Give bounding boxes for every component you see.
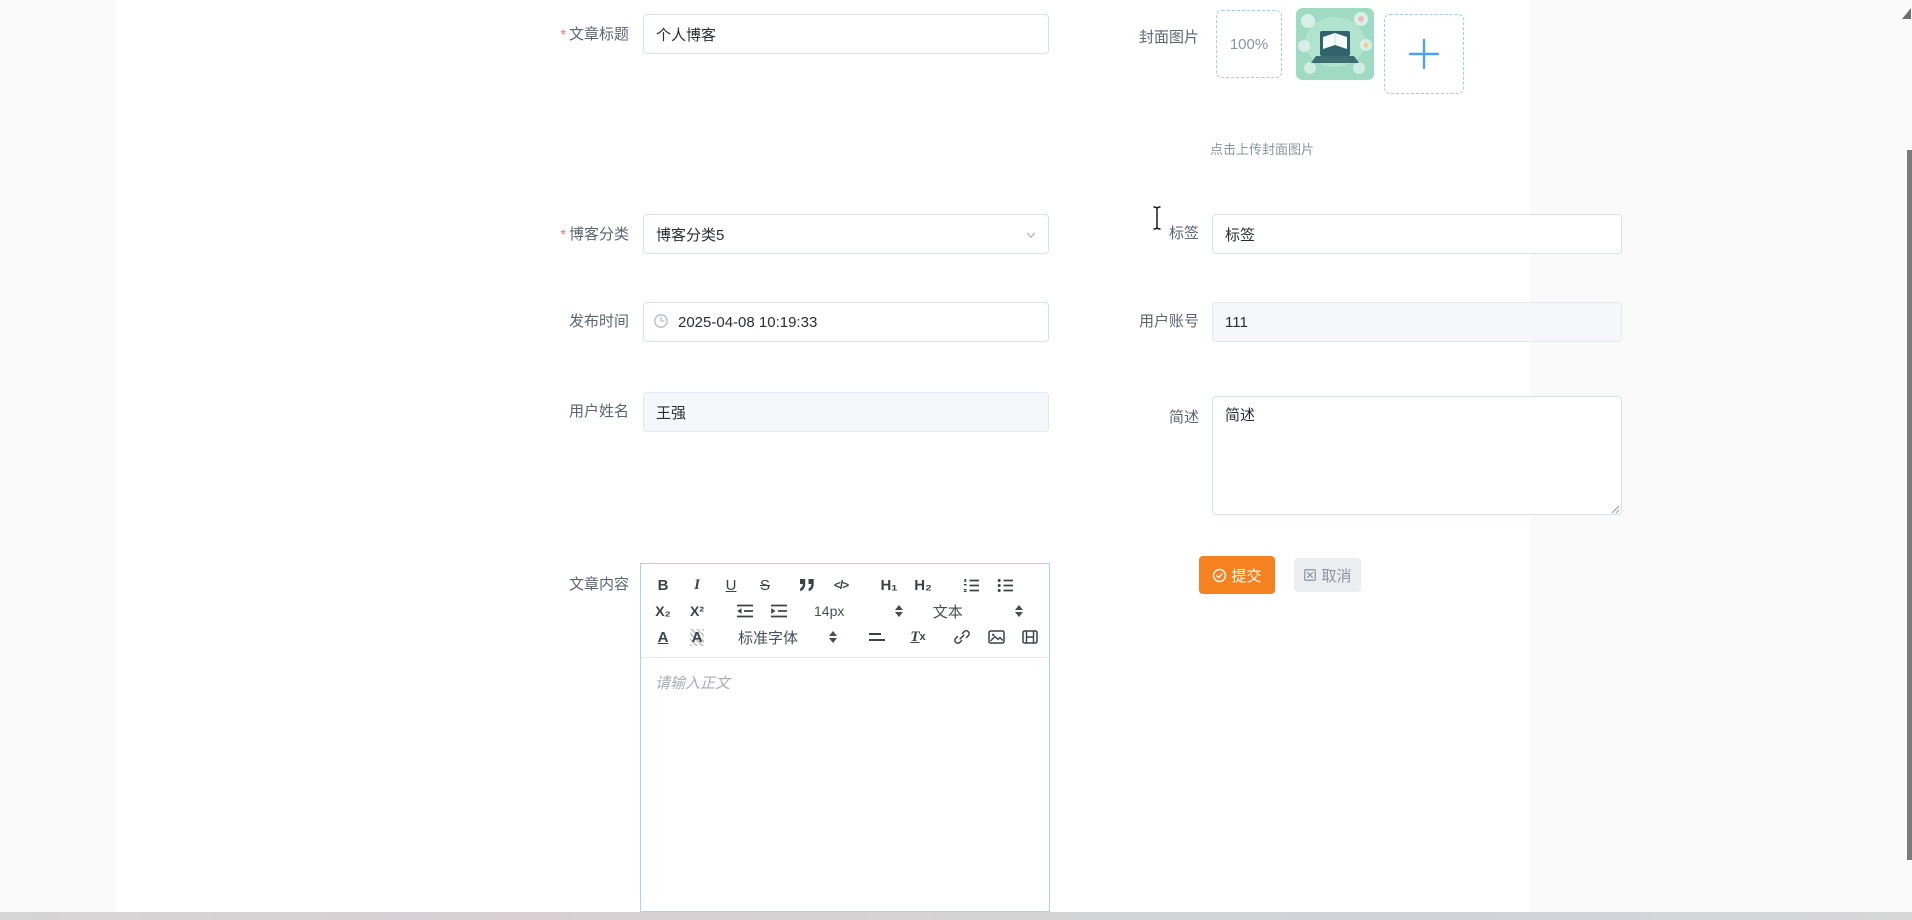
superscript-button[interactable]: X² [688, 600, 706, 622]
blockquote-icon [799, 578, 815, 592]
tag-input[interactable] [1212, 214, 1622, 254]
updown-arrows-icon [1015, 605, 1023, 617]
upload-plus-box[interactable] [1384, 14, 1464, 94]
blog-category-value: 博客分类5 [656, 224, 724, 245]
link-button[interactable] [953, 626, 971, 648]
blog-category-select[interactable]: 博客分类5 [643, 214, 1049, 254]
required-asterisk: * [561, 26, 566, 42]
editor-toolbar: B I U S </> H₁ H₂ [641, 564, 1049, 658]
link-icon [954, 629, 970, 645]
article-title-input[interactable] [643, 14, 1049, 54]
video-button[interactable] [1021, 626, 1039, 648]
updown-arrows-icon [829, 631, 837, 643]
toolbar-row-2: X₂ X² 14px [654, 598, 1039, 624]
upload-progress-value: 100% [1230, 36, 1268, 53]
indent-button[interactable] [770, 600, 788, 622]
summary-textarea[interactable] [1212, 396, 1622, 515]
vertical-scrollbar-thumb[interactable] [1907, 150, 1912, 860]
submit-label: 提交 [1231, 565, 1261, 586]
submit-button[interactable]: 提交 [1199, 556, 1275, 594]
font-size-select[interactable]: 14px [814, 603, 903, 619]
upload-hint: 点击上传封面图片 [1210, 139, 1314, 158]
publish-time-input[interactable] [643, 302, 1049, 342]
align-button[interactable] [867, 626, 885, 648]
blockquote-button[interactable] [798, 574, 816, 596]
article-content-label: 文章内容 [489, 575, 629, 595]
heading1-button[interactable]: H₁ [880, 574, 898, 596]
italic-button[interactable]: I [688, 574, 706, 596]
cancel-button[interactable]: 取消 [1294, 558, 1361, 592]
heading2-button[interactable]: H₂ [914, 574, 932, 596]
bullet-list-button[interactable] [996, 574, 1014, 596]
summary-label: 简述 [1059, 408, 1199, 428]
cover-thumbnail-illustration [1296, 8, 1374, 80]
cover-image-label: 封面图片 [1059, 28, 1199, 48]
heading-type-value: 文本 [933, 601, 963, 622]
indent-icon [770, 604, 788, 618]
video-icon [1022, 630, 1038, 644]
ordered-list-icon [963, 578, 980, 593]
font-size-value: 14px [814, 603, 844, 619]
upload-progress-box[interactable]: 100% [1216, 10, 1282, 78]
content-card: *文章标题 封面图片 100% 点击上传封面图片 [116, 0, 1530, 920]
rich-text-editor: B I U S </> H₁ H₂ [640, 563, 1050, 912]
highlight-color-button[interactable]: A [688, 626, 706, 648]
check-circle-icon [1212, 568, 1227, 583]
outdent-button[interactable] [736, 600, 754, 622]
clear-format-button[interactable]: Tx [909, 626, 927, 648]
code-block-button[interactable]: </> [832, 574, 850, 596]
scrollbar-corner-arrow [1902, 8, 1911, 19]
bold-button[interactable]: B [654, 574, 672, 596]
horizontal-scrollbar-track[interactable] [0, 912, 1912, 920]
outdent-icon [736, 604, 754, 618]
subscript-button[interactable]: X₂ [654, 600, 672, 622]
toolbar-row-1: B I U S </> H₁ H₂ [654, 572, 1039, 598]
updown-arrows-icon [895, 605, 903, 617]
text-color-button[interactable]: A [654, 626, 672, 648]
resize-handle[interactable] [1608, 501, 1620, 513]
ordered-list-button[interactable] [962, 574, 980, 596]
heading-type-select[interactable]: 文本 [933, 601, 1023, 622]
toolbar-row-3: A A 标准字体 Tx [654, 624, 1039, 650]
strikethrough-button[interactable]: S [756, 574, 774, 596]
publish-time-label: 发布时间 [489, 312, 629, 332]
font-family-value: 标准字体 [738, 627, 798, 648]
image-icon [988, 630, 1005, 644]
blog-category-label: *博客分类 [489, 224, 629, 245]
highlight-icon: A [690, 629, 705, 646]
user-account-input[interactable] [1212, 302, 1622, 342]
align-icon [868, 631, 885, 643]
underline-button[interactable]: U [722, 574, 740, 596]
chevron-down-icon [1024, 228, 1038, 246]
required-asterisk: * [561, 226, 566, 242]
bullet-list-icon [997, 578, 1014, 593]
close-square-icon [1303, 568, 1317, 582]
user-name-input[interactable] [643, 392, 1049, 432]
editor-placeholder: 请输入正文 [655, 672, 730, 693]
font-family-select[interactable]: 标准字体 [738, 627, 837, 648]
cancel-label: 取消 [1321, 565, 1351, 586]
tag-label: 标签 [1059, 224, 1199, 244]
user-account-label: 用户账号 [1059, 312, 1199, 332]
editor-content-area[interactable]: 请输入正文 [641, 658, 1049, 900]
cover-thumbnail[interactable] [1296, 8, 1374, 80]
user-name-label: 用户姓名 [489, 402, 629, 422]
plus-icon [1407, 37, 1441, 71]
image-button[interactable] [987, 626, 1005, 648]
article-title-label: *文章标题 [489, 24, 629, 45]
